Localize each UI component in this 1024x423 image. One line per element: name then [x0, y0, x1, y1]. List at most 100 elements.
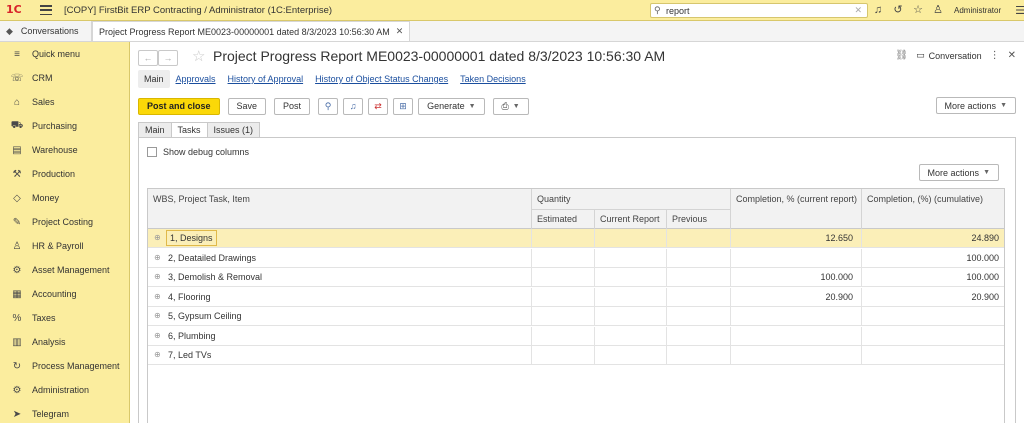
user-icon[interactable]: ♙: [932, 3, 944, 17]
expand-icon[interactable]: ⊕: [154, 292, 161, 301]
cell-divider: [594, 287, 595, 306]
cancel-posting-icon[interactable]: ⇄: [368, 97, 389, 115]
post-button[interactable]: Post: [274, 97, 311, 115]
sidebar-item[interactable]: ↻ Process Management: [0, 354, 129, 378]
truck-icon: ⛟: [10, 119, 24, 131]
inner-tabs: Main Tasks Issues (1): [138, 122, 261, 138]
table-header: WBS, Project Task, Item Quantity Estimat…: [148, 189, 1004, 229]
expand-icon[interactable]: ⊕: [154, 253, 161, 262]
notify-icon[interactable]: ♫: [343, 97, 364, 115]
sidebar-item[interactable]: ✎ Project Costing: [0, 210, 129, 234]
cell-divider: [730, 346, 731, 364]
table-row[interactable]: ⊕ 3, Demolish & Removal 100.000 100.000: [148, 268, 1004, 287]
sidebar-item-label: Taxes: [32, 313, 56, 323]
sales-icon: ⌂: [13, 96, 21, 108]
sidebar-item-label: Quick menu: [32, 49, 81, 59]
section-tab[interactable]: History of Approval: [222, 70, 310, 88]
cell-divider: [730, 248, 731, 267]
cell-divider: [531, 346, 532, 364]
table-row[interactable]: ⊕ 7, Led TVs: [148, 346, 1004, 365]
analysis-icon: ▥: [12, 336, 22, 348]
document-tab[interactable]: Project Progress Report ME0023-00000001 …: [92, 21, 411, 41]
favorites-icon[interactable]: ☆: [912, 3, 924, 17]
col-previous[interactable]: Previous: [667, 214, 707, 224]
tab-main[interactable]: Main: [138, 122, 172, 138]
show-debug-columns[interactable]: Show debug columns: [147, 147, 249, 157]
user-name[interactable]: Administrator: [954, 6, 1001, 15]
panel-more-actions-button[interactable]: More actions ▼: [918, 164, 999, 181]
task-name: 7, Led TVs: [168, 350, 212, 360]
sidebar-item[interactable]: ⚙ Asset Management: [0, 258, 129, 282]
sidebar-item-label: Production: [32, 169, 76, 179]
sidebar-item[interactable]: ➤ Telegram: [0, 402, 129, 423]
expand-icon[interactable]: ⊕: [154, 272, 161, 281]
history-icon[interactable]: ↺: [892, 3, 904, 17]
expand-icon[interactable]: ⊕: [154, 311, 161, 320]
project-costing-icon: ✎: [12, 216, 22, 228]
link-icon[interactable]: ⛓: [895, 50, 908, 61]
expand-icon[interactable]: ⊕: [154, 233, 161, 242]
conversation-button[interactable]: ▭ Conversation: [916, 50, 982, 61]
col-current-report[interactable]: Current Report: [595, 214, 660, 224]
save-button[interactable]: Save: [227, 97, 267, 115]
settings-menu-icon[interactable]: ☰: [1015, 4, 1024, 17]
generate-button[interactable]: Generate ▼: [418, 97, 485, 115]
attachment-icon[interactable]: ⚲: [318, 97, 339, 115]
notifications-icon[interactable]: ♫: [872, 3, 884, 17]
conversations-label: Conversations: [20, 26, 79, 36]
expand-icon[interactable]: ⊕: [154, 331, 161, 340]
show-debug-checkbox[interactable]: [147, 147, 157, 157]
favorite-star-icon[interactable]: ☆: [192, 47, 205, 65]
tab-tasks[interactable]: Tasks: [170, 122, 208, 138]
cell-divider: [861, 268, 862, 286]
sidebar-item[interactable]: ♙ HR & Payroll: [0, 234, 129, 258]
col-wbs[interactable]: WBS, Project Task, Item: [148, 194, 250, 204]
sidebar-item[interactable]: ⛟ Purchasing: [0, 114, 129, 138]
sidebar-item[interactable]: ≡ Quick menu: [0, 42, 129, 66]
table-row[interactable]: ⊕ 6, Plumbing: [148, 326, 1004, 346]
conversations-tab[interactable]: ◆ Conversations: [0, 21, 92, 41]
chevron-down-icon: ▼: [983, 169, 990, 176]
task-name: 3, Demolish & Removal: [168, 272, 263, 282]
col-completion-cumulative[interactable]: Completion, (%) (cumulative): [862, 194, 983, 204]
col-quantity[interactable]: Quantity: [532, 194, 571, 204]
sidebar-item-label: Administration: [32, 385, 90, 395]
forward-arrow-icon[interactable]: →: [158, 50, 178, 66]
table-row[interactable]: ⊕ 1, Designs 12.650 24.890: [148, 229, 1004, 248]
sidebar-item[interactable]: ◇ Money: [0, 186, 129, 210]
telegram-icon: ➤: [12, 408, 22, 420]
sidebar-item[interactable]: % Taxes: [0, 306, 129, 330]
section-tab[interactable]: Approvals: [170, 70, 222, 88]
post-and-close-button[interactable]: Post and close: [138, 97, 220, 115]
structure-icon[interactable]: ⊞: [393, 97, 414, 115]
sidebar-item[interactable]: ⌂ Sales: [0, 90, 129, 114]
global-search[interactable]: ⚲ ✕: [650, 3, 868, 18]
main-menu-icon[interactable]: [40, 5, 52, 15]
close-tab-icon[interactable]: ✕: [396, 26, 404, 37]
print-button[interactable]: ⎙ ▼: [492, 97, 529, 115]
col-estimated[interactable]: Estimated: [532, 214, 577, 224]
person-icon: ♙: [12, 240, 22, 252]
more-options-icon[interactable]: ⋮: [990, 50, 1000, 61]
more-actions-button[interactable]: More actions ▼: [935, 97, 1016, 114]
search-input[interactable]: [666, 5, 846, 16]
section-tab[interactable]: Taken Decisions: [454, 70, 532, 88]
sidebar-item[interactable]: ▦ Accounting: [0, 282, 129, 306]
col-completion-current[interactable]: Completion, % (current report): [731, 194, 857, 204]
clear-search-icon[interactable]: ✕: [854, 5, 862, 16]
sidebar-item[interactable]: ▥ Analysis: [0, 330, 129, 354]
open-windows-bar: ◆ Conversations Project Progress Report …: [0, 21, 1024, 42]
table-row[interactable]: ⊕ 2, Deatailed Drawings 100.000: [148, 248, 1004, 268]
sidebar-item[interactable]: ☏ CRM: [0, 66, 129, 90]
sidebar-item[interactable]: ⚙ Administration: [0, 378, 129, 402]
section-tab[interactable]: Main: [138, 70, 170, 88]
table-row[interactable]: ⊕ 5, Gypsum Ceiling: [148, 307, 1004, 326]
back-arrow-icon[interactable]: ←: [138, 50, 158, 66]
sidebar-item[interactable]: ⚒ Production: [0, 162, 129, 186]
expand-icon[interactable]: ⊕: [154, 350, 161, 359]
sidebar-item[interactable]: ▤ Warehouse: [0, 138, 129, 162]
section-tab[interactable]: History of Object Status Changes: [309, 70, 454, 88]
close-form-icon[interactable]: ✕: [1008, 50, 1016, 61]
table-row[interactable]: ⊕ 4, Flooring 20.900 20.900: [148, 287, 1004, 307]
tab-issues[interactable]: Issues (1): [206, 122, 261, 138]
